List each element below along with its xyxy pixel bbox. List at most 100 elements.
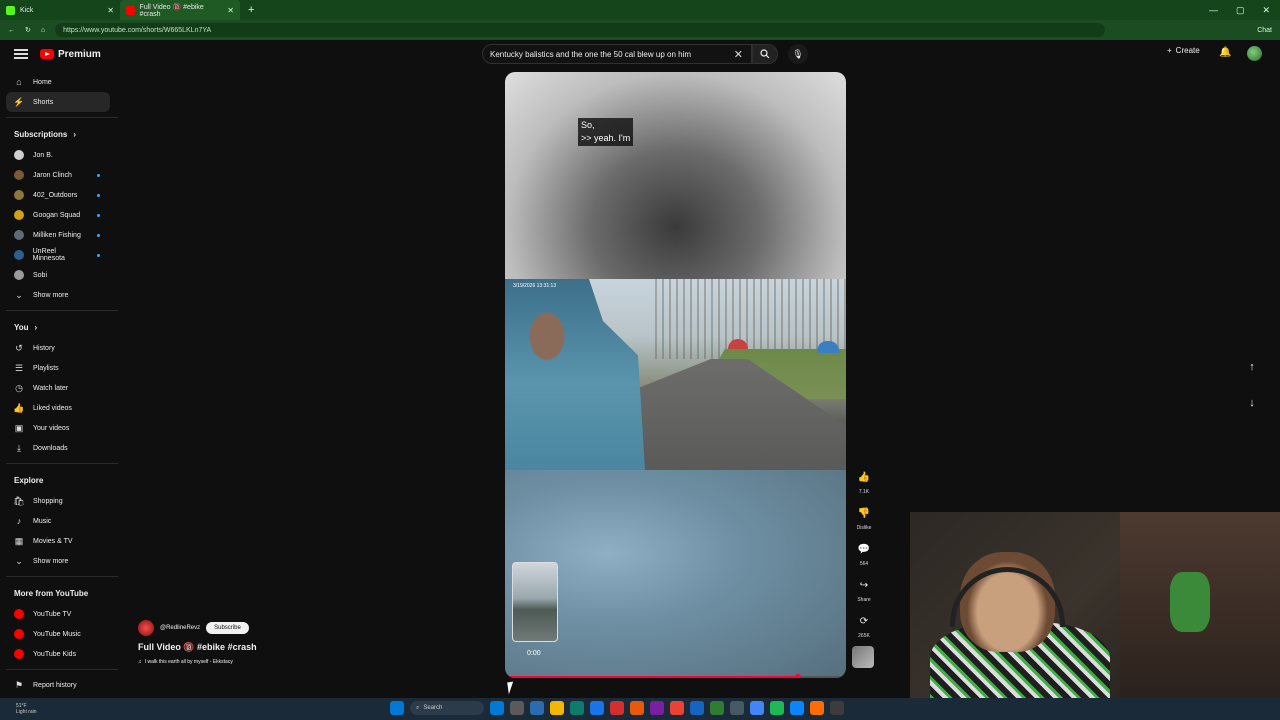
remix-icon[interactable]: ⟳ [853, 610, 875, 632]
create-button[interactable]: + Create [1167, 46, 1200, 55]
sidebar-item-subscription[interactable]: Googan Squad [6, 205, 110, 225]
home-icon[interactable]: ⌂ [41, 27, 45, 34]
divider [6, 669, 118, 670]
sidebar-item-liked-videos[interactable]: 👍 Liked videos [6, 398, 110, 418]
home-icon: ⌂ [16, 77, 22, 87]
sidebar-item-report-history[interactable]: ⚑ Report history [6, 675, 110, 695]
progress-knob[interactable] [795, 674, 802, 678]
sidebar-item-youtube-kids[interactable]: YouTube Kids [6, 644, 110, 664]
subscriptions-heading[interactable]: Subscriptions › [0, 123, 118, 145]
video-timestamp: 3/19/2026 13:31:13 [513, 283, 557, 289]
search-query: Kentucky balistics and the one the 50 ca… [490, 49, 692, 59]
progress-bar[interactable] [505, 674, 846, 678]
weather-widget[interactable]: 51°F Light rain [16, 703, 37, 715]
notifications-bell-icon[interactable]: 🔔 [1219, 47, 1231, 58]
sidebar-item-watch-later[interactable]: ◷ Watch later [6, 378, 110, 398]
taskbar-app-icon[interactable] [810, 701, 824, 715]
sidebar-item-label: Downloads [33, 444, 68, 452]
comment-icon[interactable]: 💬 [853, 538, 875, 560]
close-icon[interactable]: ✕ [107, 6, 114, 15]
sidebar-item-subscription[interactable]: Jon B. [6, 145, 110, 165]
sidebar-item-subscription[interactable]: Milliken Fishing [6, 225, 110, 245]
taskbar-app-icon[interactable] [730, 701, 744, 715]
sidebar-item-label: Report history [33, 681, 77, 689]
sidebar-item-label: Playlists [33, 364, 59, 372]
back-icon[interactable]: ← [8, 27, 15, 34]
refresh-icon[interactable]: ↻ [25, 26, 31, 34]
taskbar-app-icon[interactable] [570, 701, 584, 715]
subscribe-button[interactable]: Subscribe [206, 622, 249, 634]
sidebar-item-subscription[interactable]: Jaron Clinch [6, 165, 110, 185]
audio-source-thumbnail[interactable] [852, 646, 874, 668]
maximize-icon[interactable]: ▢ [1236, 5, 1245, 16]
sidebar-item-subscription[interactable]: UnReel Minnesota [6, 245, 110, 265]
taskbar-app-icon[interactable] [630, 701, 644, 715]
sidebar-item-movies-tv[interactable]: ▦ Movies & TV [6, 531, 110, 551]
browser-tab-kick[interactable]: Kick ✕ [0, 0, 120, 20]
video-title[interactable]: Full Video 🔞 #ebike #crash [138, 642, 438, 653]
channel-avatar [14, 250, 24, 260]
close-window-icon[interactable]: ✕ [1262, 5, 1270, 16]
taskbar-app-icon[interactable] [750, 701, 764, 715]
sidebar-item-history[interactable]: ↺ History [6, 338, 110, 358]
sidebar-item-youtube-tv[interactable]: YouTube TV [6, 604, 110, 624]
sidebar-item-subscription[interactable]: 402_Outdoors [6, 185, 110, 205]
shorts-video-player[interactable]: So, >> yeah. I'm 3/19/2026 13:31:13 0:00 [505, 72, 846, 678]
previous-short-button[interactable]: ↑ [1241, 356, 1263, 378]
channel-avatar[interactable] [138, 620, 154, 636]
clear-search-icon[interactable]: ✕ [734, 48, 743, 61]
sidebar-item-subscription[interactable]: Sobi [6, 265, 110, 285]
show-more-button[interactable]: ⌄ Show more [6, 551, 110, 571]
you-heading[interactable]: You › [0, 316, 118, 338]
taskbar-app-icon[interactable] [830, 701, 844, 715]
taskbar-app-icon[interactable] [690, 701, 704, 715]
like-icon[interactable]: 👍 [853, 466, 875, 488]
next-short-button[interactable]: ↓ [1241, 392, 1263, 414]
menu-icon[interactable] [14, 47, 28, 62]
sidebar-item-your-videos[interactable]: ▣ Your videos [6, 418, 110, 438]
sidebar-item-shorts[interactable]: ⚡ Shorts [6, 92, 110, 112]
search-button[interactable] [752, 44, 778, 64]
youtube-logo[interactable]: Premium [40, 49, 101, 60]
url-text: https://www.youtube.com/shorts/W665LKLn7… [63, 26, 212, 34]
windows-taskbar: 51°F Light rain ⌕ Search [0, 698, 1280, 720]
sidebar-item-downloads[interactable]: ⤓ Downloads [6, 438, 110, 458]
new-tab-button[interactable]: + [240, 4, 262, 16]
url-input[interactable]: https://www.youtube.com/shorts/W665LKLn7… [55, 23, 1106, 37]
taskbar-app-icon[interactable] [770, 701, 784, 715]
taskbar-app-icon[interactable] [550, 701, 564, 715]
taskbar-app-icon[interactable] [710, 701, 724, 715]
sidebar-item-music[interactable]: ♪ Music [6, 511, 110, 531]
sidebar-item-youtube-music[interactable]: YouTube Music [6, 624, 110, 644]
search-placeholder: Search [423, 705, 443, 711]
close-icon[interactable]: ✕ [227, 6, 234, 15]
minimize-icon[interactable]: — [1209, 5, 1218, 16]
dislike-icon[interactable]: 👎 [853, 502, 875, 524]
taskbar-app-icon[interactable] [490, 701, 504, 715]
sidebar-item-home[interactable]: ⌂ Home [6, 72, 110, 92]
windows-start-icon[interactable] [390, 701, 404, 715]
taskbar-app-icon[interactable] [670, 701, 684, 715]
sidebar-item-playlists[interactable]: ☰ Playlists [6, 358, 110, 378]
chat-button[interactable]: Chat [1257, 27, 1272, 34]
youtube-header: Premium Kentucky balistics and the one t… [0, 40, 1280, 68]
taskbar-app-icon[interactable] [610, 701, 624, 715]
taskbar-app-icon[interactable] [590, 701, 604, 715]
share-icon[interactable]: ↪ [853, 574, 875, 596]
audio-track[interactable]: ♫ I walk this earth all by myself - Ekks… [138, 659, 438, 665]
taskbar-search[interactable]: ⌕ Search [410, 701, 484, 715]
sidebar-item-label: Jon B. [33, 151, 53, 159]
show-more-button[interactable]: ⌄ Show more [6, 285, 110, 305]
account-avatar[interactable] [1247, 46, 1262, 61]
scrub-preview-thumbnail [512, 562, 558, 642]
browser-tab-youtube[interactable]: Full Video 🔞 #ebike #crash ✕ [120, 0, 240, 20]
taskbar-app-icon[interactable] [510, 701, 524, 715]
divider [6, 310, 118, 311]
taskbar-app-icon[interactable] [790, 701, 804, 715]
mic-icon[interactable]: 🎙 [788, 44, 808, 64]
channel-handle[interactable]: @RedlineRevz [160, 625, 200, 631]
search-input[interactable]: Kentucky balistics and the one the 50 ca… [482, 44, 752, 64]
taskbar-app-icon[interactable] [530, 701, 544, 715]
taskbar-app-icon[interactable] [650, 701, 664, 715]
sidebar-item-shopping[interactable]: 🛍 Shopping [6, 491, 110, 511]
